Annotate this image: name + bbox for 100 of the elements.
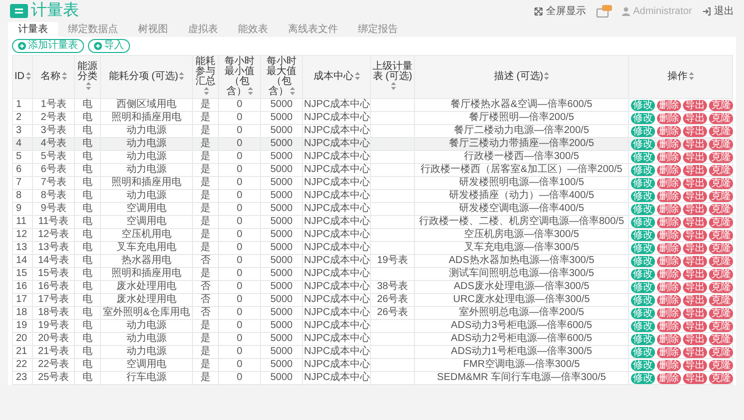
action-button[interactable]: 克隆 [709,178,733,188]
action-button[interactable]: 删除 [657,204,681,214]
action-button[interactable]: 导出 [683,294,707,306]
action-button[interactable]: 克隆 [709,282,733,292]
edit-button[interactable]: 修改 [631,152,655,162]
edit-button[interactable]: 修改 [631,138,655,150]
action-button[interactable]: 导出 [683,346,707,358]
notification-icon[interactable] [596,4,612,18]
edit-button[interactable]: 修改 [631,268,655,280]
action-button[interactable]: 克隆 [709,294,733,306]
action-button[interactable]: 导出 [683,334,707,344]
action-button[interactable]: 克隆 [709,126,733,136]
add-meter-button[interactable]: 添加计量表 [12,39,84,53]
user-name[interactable]: Administrator [633,6,692,16]
action-button[interactable]: 导出 [683,360,707,370]
action-button[interactable]: 克隆 [709,190,733,202]
action-button[interactable]: 删除 [657,320,681,332]
edit-button[interactable]: 修改 [631,308,655,318]
action-button[interactable]: 导出 [683,178,707,188]
edit-button[interactable]: 修改 [631,372,655,384]
action-button[interactable]: 删除 [657,230,681,240]
action-button[interactable]: 删除 [657,372,681,384]
action-button[interactable]: 删除 [657,334,681,344]
action-button[interactable]: 克隆 [709,216,733,228]
action-button[interactable]: 克隆 [709,256,733,266]
action-button[interactable]: 导出 [683,216,707,228]
action-button[interactable]: 克隆 [709,112,733,124]
action-button[interactable]: 克隆 [709,320,733,332]
column-header[interactable]: ID [12,56,32,98]
action-button[interactable]: 导出 [683,126,707,136]
column-header[interactable]: 名称 [32,56,74,98]
edit-button[interactable]: 修改 [631,112,655,124]
action-button[interactable]: 删除 [657,294,681,306]
column-header[interactable]: 能耗参与汇总 [192,56,218,98]
column-header[interactable]: 上级计量表 (可选) [370,56,414,98]
tab[interactable]: 计量表 [8,22,58,37]
column-header[interactable]: 描述 (可选) [414,56,628,98]
edit-button[interactable]: 修改 [631,164,655,176]
action-button[interactable]: 克隆 [709,360,733,370]
edit-button[interactable]: 修改 [631,256,655,266]
action-button[interactable]: 删除 [657,152,681,162]
edit-button[interactable]: 修改 [631,294,655,306]
action-button[interactable]: 克隆 [709,372,733,384]
action-button[interactable]: 克隆 [709,204,733,214]
action-button[interactable]: 导出 [683,112,707,124]
action-button[interactable]: 导出 [683,138,707,150]
action-button[interactable]: 删除 [657,360,681,370]
action-button[interactable]: 导出 [683,190,707,202]
action-button[interactable]: 删除 [657,242,681,254]
column-header[interactable]: 操作 [628,56,732,98]
action-button[interactable]: 导出 [683,268,707,280]
edit-button[interactable]: 修改 [631,190,655,202]
action-button[interactable]: 导出 [683,152,707,162]
action-button[interactable]: 删除 [657,346,681,358]
edit-button[interactable]: 修改 [631,100,655,110]
action-button[interactable]: 克隆 [709,100,733,110]
edit-button[interactable]: 修改 [631,178,655,188]
action-button[interactable]: 克隆 [709,164,733,176]
action-button[interactable]: 删除 [657,282,681,292]
action-button[interactable]: 导出 [683,230,707,240]
edit-button[interactable]: 修改 [631,282,655,292]
action-button[interactable]: 删除 [657,138,681,150]
action-button[interactable]: 导出 [683,256,707,266]
fullscreen-link[interactable]: 全屏显示 [534,4,586,18]
logout-link[interactable]: 退出 [702,4,734,18]
action-button[interactable]: 克隆 [709,334,733,344]
action-button[interactable]: 导出 [683,308,707,318]
action-button[interactable]: 删除 [657,216,681,228]
edit-button[interactable]: 修改 [631,230,655,240]
column-header[interactable]: 成本中心 [302,56,370,98]
column-header[interactable]: 每小时最大值（包含） [260,56,302,98]
column-header[interactable]: 能耗分项 (可选) [100,56,192,98]
action-button[interactable]: 导出 [683,282,707,292]
edit-button[interactable]: 修改 [631,242,655,254]
action-button[interactable]: 导出 [683,320,707,332]
action-button[interactable]: 导出 [683,164,707,176]
action-button[interactable]: 克隆 [709,346,733,358]
action-button[interactable]: 删除 [657,100,681,110]
action-button[interactable]: 导出 [683,372,707,384]
action-button[interactable]: 克隆 [709,152,733,162]
action-button[interactable]: 删除 [657,268,681,280]
import-button[interactable]: 导入 [88,39,130,53]
action-button[interactable]: 克隆 [709,242,733,254]
action-button[interactable]: 删除 [657,164,681,176]
action-button[interactable]: 删除 [657,190,681,202]
edit-button[interactable]: 修改 [631,320,655,332]
edit-button[interactable]: 修改 [631,346,655,358]
action-button[interactable]: 克隆 [709,230,733,240]
edit-button[interactable]: 修改 [631,204,655,214]
action-button[interactable]: 导出 [683,204,707,214]
column-header[interactable]: 每小时最小值（包含） [218,56,260,98]
action-button[interactable]: 克隆 [709,138,733,150]
edit-button[interactable]: 修改 [631,126,655,136]
edit-button[interactable]: 修改 [631,216,655,228]
action-button[interactable]: 删除 [657,126,681,136]
action-button[interactable]: 导出 [683,100,707,110]
edit-button[interactable]: 修改 [631,334,655,344]
action-button[interactable]: 删除 [657,308,681,318]
column-header[interactable]: 能源分类 [74,56,100,98]
action-button[interactable]: 删除 [657,112,681,124]
